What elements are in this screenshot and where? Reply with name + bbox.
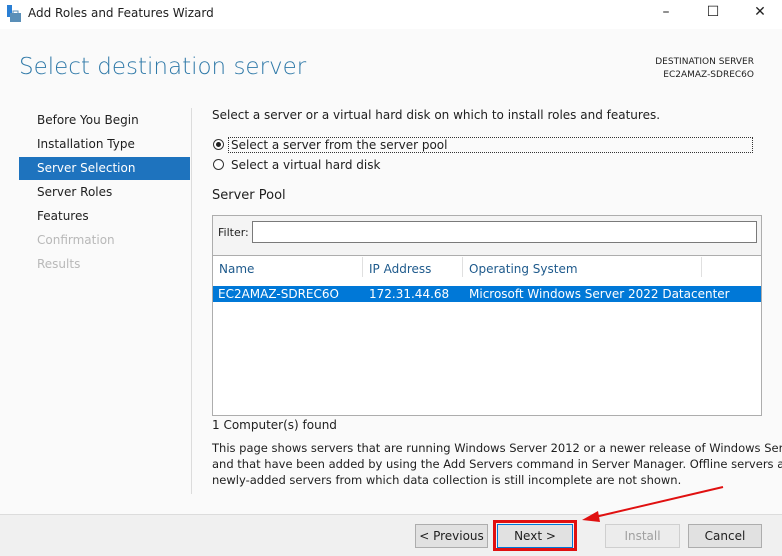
title-bar: Add Roles and Features Wizard – ☐ ✕ — [0, 0, 782, 29]
maximize-button[interactable]: ☐ — [698, 4, 728, 24]
close-button[interactable]: ✕ — [745, 4, 775, 24]
minimize-button[interactable]: – — [651, 4, 681, 24]
sidebar-item-server-roles[interactable]: Server Roles — [19, 181, 190, 204]
server-pool-title: Server Pool — [212, 188, 286, 203]
sidebar-item-server-selection[interactable]: Server Selection — [19, 157, 190, 180]
column-header-os[interactable]: Operating System — [469, 262, 578, 276]
sidebar-item-results: Results — [37, 257, 81, 271]
page-title: Select destination server — [19, 54, 307, 80]
sidebar-item-installation-type[interactable]: Installation Type — [19, 133, 190, 156]
previous-button[interactable]: < Previous — [415, 524, 488, 548]
destination-server: DESTINATION SERVER EC2AMAZ-SDREC6O — [655, 56, 754, 82]
column-separator[interactable] — [362, 257, 363, 277]
server-manager-icon — [7, 5, 21, 22]
sidebar-item-confirmation: Confirmation — [37, 233, 115, 247]
description-line: and that have been added by using the Ad… — [212, 457, 782, 471]
description: This page shows servers that are running… — [212, 440, 782, 488]
filter-input[interactable] — [252, 221, 757, 243]
destination-server-name: EC2AMAZ-SDREC6O — [663, 70, 754, 80]
sidebar-item-before-you-begin[interactable]: Before You Begin — [19, 109, 190, 132]
column-separator[interactable] — [462, 257, 463, 277]
sidebar-item-features[interactable]: Features — [19, 205, 190, 228]
row-name: EC2AMAZ-SDREC6O — [218, 287, 339, 301]
row-os: Microsoft Windows Server 2022 Datacenter — [469, 287, 730, 301]
row-ip: 172.31.44.68 — [369, 287, 450, 301]
cancel-button[interactable]: Cancel — [688, 524, 762, 548]
window-title: Add Roles and Features Wizard — [28, 6, 214, 20]
divider — [191, 108, 192, 494]
radio-server-pool[interactable] — [213, 139, 224, 150]
column-header-name[interactable]: Name — [219, 262, 254, 276]
radio-virtual-hard-disk-label[interactable]: Select a virtual hard disk — [231, 158, 380, 172]
instruction-text: Select a server or a virtual hard disk o… — [212, 108, 661, 122]
install-button: Install — [605, 524, 680, 548]
description-line: newly-added servers from which data coll… — [212, 473, 682, 487]
server-table — [212, 256, 762, 416]
radio-server-pool-label[interactable]: Select a server from the server pool — [228, 137, 753, 153]
description-line: This page shows servers that are running… — [212, 441, 782, 455]
filter-label: Filter: — [218, 226, 249, 239]
column-separator[interactable] — [701, 257, 702, 277]
annotation-highlight-box — [493, 520, 577, 551]
column-header-ip[interactable]: IP Address — [369, 262, 431, 276]
computers-found: 1 Computer(s) found — [212, 418, 337, 432]
radio-virtual-hard-disk[interactable] — [213, 159, 224, 170]
destination-label: DESTINATION SERVER — [655, 57, 754, 67]
